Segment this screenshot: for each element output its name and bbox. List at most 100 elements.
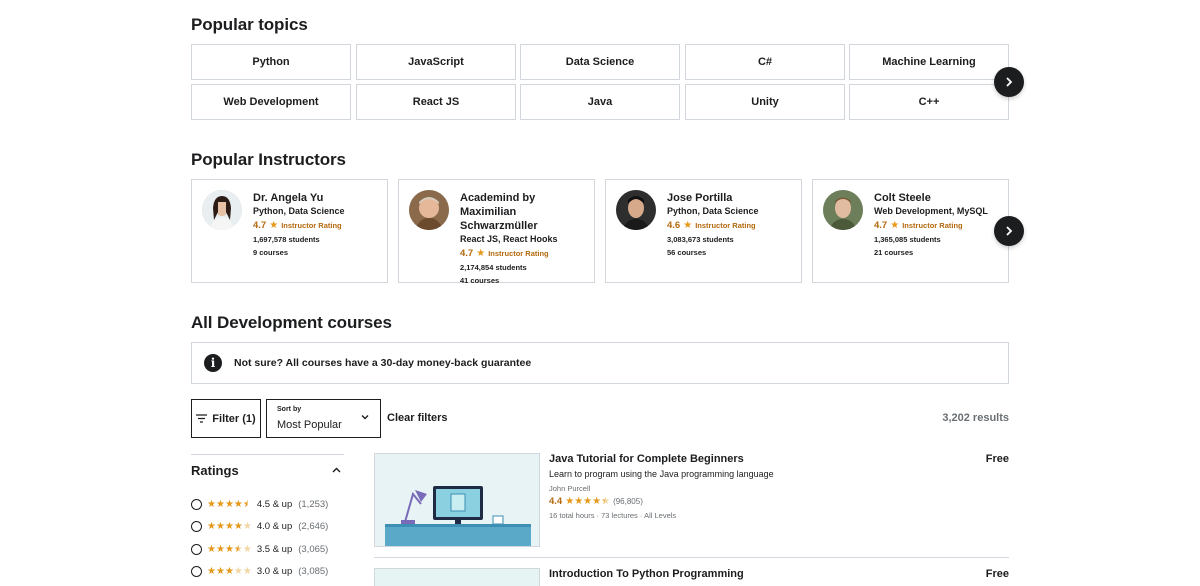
instructor-skills: Web Development, MySQL — [874, 206, 988, 216]
popular-topics-title: Popular topics — [191, 15, 308, 34]
chevron-right-icon — [1006, 226, 1013, 236]
all-courses-title: All Development courses — [191, 313, 392, 332]
rating-option[interactable]: ★ ★ ★ ★ ★ 4.5 & up (1,253) — [191, 499, 328, 510]
clear-filters-button[interactable]: Clear filters — [387, 412, 448, 424]
rating-option-count: (2,646) — [298, 521, 329, 532]
guarantee-text: Not sure? All courses have a 30-day mone… — [234, 357, 532, 369]
course-rating-value: 4.4 — [549, 496, 563, 507]
sort-select[interactable]: Sort by Most Popular — [266, 399, 381, 438]
instructor-name: Dr. Angela Yu — [253, 192, 324, 204]
star-icon: ★ — [890, 220, 900, 231]
stars-icon: ★★★★★ — [207, 498, 252, 510]
instructor-rating: 4.7 — [460, 248, 474, 259]
instructor-card[interactable]: Academind by Maximilian Schwarzmüller Re… — [398, 179, 595, 285]
chevron-up-icon[interactable] — [331, 465, 342, 476]
instructor-students: 1,697,578 students — [253, 235, 320, 244]
instructor-name: Academind by Maximilian Schwarzmüller — [460, 192, 538, 232]
instructors-next-button[interactable] — [994, 216, 1024, 246]
course-thumbnail[interactable] — [374, 453, 540, 547]
course-price: Free — [985, 453, 1009, 465]
instructor-rating-label: Instructor Rating — [695, 221, 756, 230]
rating-option-count: (3,065) — [298, 544, 329, 555]
instructor-skills: Python, Data Science — [667, 206, 759, 216]
topic-unity[interactable]: Unity — [685, 84, 845, 120]
avatar — [616, 190, 656, 230]
rating-option-label: 3.0 & up — [256, 566, 293, 577]
course-level: All Levels — [644, 511, 677, 520]
results-count: 3,202 results — [942, 412, 1009, 424]
topic-react-js[interactable]: React JS — [356, 84, 516, 120]
rating-option[interactable]: ★ ★ ★ ★ ★ 3.5 & up (3,065) — [191, 544, 328, 555]
instructor-rating: 4.6 — [667, 220, 681, 231]
filter-icon — [196, 414, 208, 423]
course-title[interactable]: Java Tutorial for Complete Beginners — [549, 453, 744, 465]
instructor-skills: React JS, React Hooks — [460, 234, 558, 244]
stars-icon: ★★★★★ — [207, 543, 252, 555]
instructor-students: 3,083,673 students — [667, 235, 734, 244]
stars-icon: ★★★★★ — [207, 565, 252, 577]
instructor-courses: 9 courses — [253, 248, 289, 257]
instructor-students: 2,174,854 students — [460, 263, 527, 272]
topic-data-science[interactable]: Data Science — [520, 44, 680, 80]
course-reviews: (96,805) — [613, 497, 643, 506]
divider — [374, 557, 1009, 558]
rating-option-count: (1,253) — [298, 499, 329, 510]
rating-option-label: 4.5 & up — [256, 499, 293, 510]
course-title[interactable]: Introduction To Python Programming — [549, 568, 744, 580]
rating-option[interactable]: ★ ★ ★ ★ ★ 3.0 & up (3,085) — [191, 566, 328, 577]
ratings-filter-title[interactable]: Ratings — [191, 463, 239, 478]
course-rating: 4.4 ★★★★★ (96,805) — [549, 496, 643, 507]
topic-cpp[interactable]: C++ — [849, 84, 1009, 120]
radio-button[interactable] — [191, 544, 202, 555]
info-icon: i — [204, 354, 222, 372]
instructor-name: Colt Steele — [874, 192, 931, 204]
guarantee-banner: i Not sure? All courses have a 30-day mo… — [191, 342, 1009, 384]
sort-label: Sort by — [277, 406, 302, 413]
topic-csharp[interactable]: C# — [685, 44, 845, 80]
instructor-students: 1,365,085 students — [874, 235, 941, 244]
rating-option-label: 3.5 & up — [256, 544, 293, 555]
instructor-rating: 4.7 — [253, 220, 267, 231]
course-hours: 16 total hours — [549, 511, 595, 520]
instructor-skills: Python, Data Science — [253, 206, 345, 216]
course-price: Free — [985, 568, 1009, 580]
instructor-rating-label: Instructor Rating — [488, 249, 549, 258]
course-author: John Purcell — [549, 484, 591, 493]
filter-label: Filter (1) — [212, 412, 256, 425]
instructor-courses: 41 courses — [460, 276, 500, 285]
sort-value: Most Popular — [277, 419, 342, 431]
course-illustration — [375, 454, 539, 546]
instructor-card[interactable]: Jose Portilla Python, Data Science 4.6 ★… — [605, 179, 802, 283]
instructor-rating-label: Instructor Rating — [281, 221, 342, 230]
topic-web-development[interactable]: Web Development — [191, 84, 351, 120]
course-description: Learn to program using the Java programm… — [549, 469, 774, 479]
chevron-right-icon — [1006, 77, 1013, 87]
star-icon: ★ — [683, 220, 693, 231]
stars-icon: ★★★★★ — [207, 520, 252, 532]
instructor-courses: 56 courses — [667, 248, 707, 257]
star-icon: ★ — [476, 248, 486, 259]
radio-button[interactable] — [191, 566, 202, 577]
chevron-down-icon — [361, 415, 369, 420]
topic-javascript[interactable]: JavaScript — [356, 44, 516, 80]
rating-option[interactable]: ★ ★ ★ ★ ★ 4.0 & up (2,646) — [191, 521, 328, 532]
course-thumbnail[interactable] — [374, 568, 540, 586]
topic-python[interactable]: Python — [191, 44, 351, 80]
instructor-rating-label: Instructor Rating — [902, 221, 963, 230]
filter-button[interactable]: Filter (1) — [191, 399, 261, 438]
rating-option-label: 4.0 & up — [256, 521, 293, 532]
avatar — [202, 190, 242, 230]
instructor-card[interactable]: Dr. Angela Yu Python, Data Science 4.7 ★… — [191, 179, 388, 283]
popular-instructors-title: Popular Instructors — [191, 150, 346, 169]
topic-java[interactable]: Java — [520, 84, 680, 120]
stars-icon: ★★★★★ — [565, 495, 611, 507]
instructor-card[interactable]: Colt Steele Web Development, MySQL 4.7 ★… — [812, 179, 1009, 283]
divider — [191, 454, 344, 455]
course-lectures: 73 lectures — [601, 511, 638, 520]
topic-machine-learning[interactable]: Machine Learning — [849, 44, 1009, 80]
topics-next-button[interactable] — [994, 67, 1024, 97]
radio-button[interactable] — [191, 521, 202, 532]
radio-button[interactable] — [191, 499, 202, 510]
star-icon: ★ — [269, 220, 279, 231]
instructor-rating: 4.7 — [874, 220, 888, 231]
